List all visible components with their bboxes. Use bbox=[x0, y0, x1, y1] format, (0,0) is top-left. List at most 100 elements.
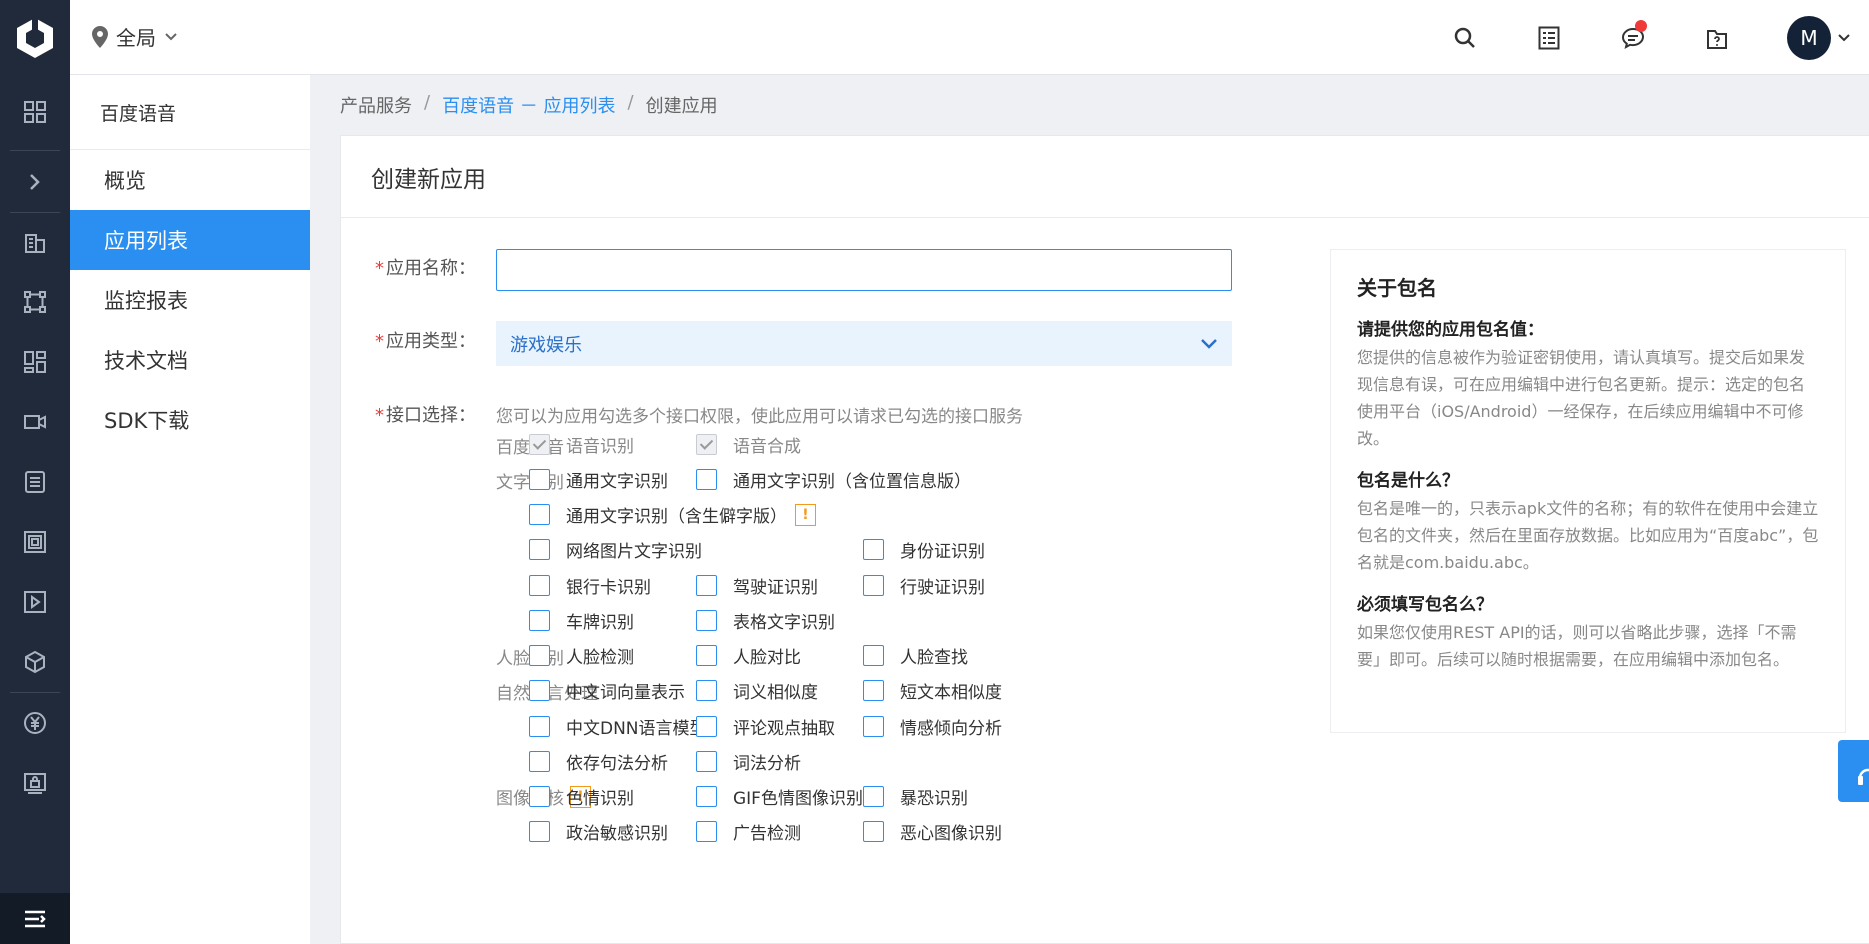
checkbox-label: 人脸对比 bbox=[733, 648, 801, 668]
checkbox-ocr-plate[interactable]: 车牌识别 bbox=[529, 608, 634, 633]
subnav-item-app-list[interactable]: 应用列表 bbox=[70, 210, 310, 270]
info-question: 必须填写包名么？ bbox=[1357, 595, 1493, 615]
logo[interactable] bbox=[0, 0, 70, 75]
rail-media[interactable] bbox=[0, 572, 70, 632]
checkbox-nlp-lexer[interactable]: 词法分析 bbox=[696, 749, 801, 774]
checkbox-box bbox=[696, 786, 717, 807]
chevron-down-icon bbox=[165, 32, 177, 40]
help-button[interactable] bbox=[1675, 0, 1759, 75]
checkbox-nlp-comment-tag[interactable]: 评论观点抽取 bbox=[696, 714, 835, 739]
database-icon bbox=[25, 471, 45, 493]
checkbox-box bbox=[529, 469, 550, 490]
breadcrumb-current: 创建应用 bbox=[645, 96, 718, 117]
checkbox-ocr-web-image[interactable]: 网络图片文字识别 bbox=[529, 537, 702, 562]
checkbox-ocr-vehicle-license[interactable]: 行驶证识别 bbox=[863, 573, 985, 598]
floating-support-button[interactable] bbox=[1838, 740, 1869, 802]
search-button[interactable] bbox=[1423, 0, 1507, 75]
checkbox-ocr-bankcard[interactable]: 银行卡识别 bbox=[529, 573, 651, 598]
required-mark: * bbox=[375, 405, 384, 426]
top-bar: 全局 M bbox=[0, 0, 1869, 75]
video-icon bbox=[24, 415, 46, 429]
warning-icon[interactable]: ! bbox=[795, 503, 816, 526]
rail-database[interactable] bbox=[0, 452, 70, 512]
checkbox-nlp-word-vector[interactable]: 中文词向量表示 bbox=[529, 678, 685, 703]
checkbox-label: 银行卡识别 bbox=[566, 578, 651, 598]
checkbox-ocr-general-rare[interactable]: 通用文字识别（含生僻字版）! bbox=[529, 502, 816, 527]
checkbox-label: 身份证识别 bbox=[900, 542, 985, 562]
lock-icon bbox=[24, 773, 46, 794]
checkbox-label: 语音识别 bbox=[566, 437, 634, 457]
headset-icon bbox=[1858, 768, 1869, 785]
orders-button[interactable] bbox=[1507, 0, 1591, 75]
checkbox-ocr-idcard[interactable]: 身份证识别 bbox=[863, 537, 985, 562]
checkbox-face-detect[interactable]: 人脸检测 bbox=[529, 643, 634, 668]
region-selector[interactable]: 全局 bbox=[92, 22, 178, 51]
checkbox-ocr-driver-license[interactable]: 驾驶证识别 bbox=[696, 573, 818, 598]
info-answer: 如果您仅使用REST API的话，则可以省略此步骤，选择「不需要」即可。后续可以… bbox=[1357, 623, 1797, 669]
checkbox-img-gif-porn[interactable]: GIF色情图像识别 bbox=[696, 784, 863, 809]
notification-dot bbox=[1635, 20, 1647, 32]
yuan-icon bbox=[24, 712, 46, 734]
checkbox-box bbox=[696, 716, 717, 737]
checkbox-asr[interactable]: 语音识别 bbox=[529, 432, 634, 457]
rail-video[interactable] bbox=[0, 392, 70, 452]
checkbox-label: GIF色情图像识别 bbox=[733, 789, 863, 809]
checkbox-face-search[interactable]: 人脸查找 bbox=[863, 643, 968, 668]
rail-compute[interactable] bbox=[0, 212, 70, 272]
checkbox-nlp-dep-parser[interactable]: 依存句法分析 bbox=[529, 749, 668, 774]
info-question: 包名是什么？ bbox=[1357, 471, 1459, 491]
app-type-label: * 应用类型： bbox=[375, 327, 476, 353]
info-title: 关于包名 bbox=[1357, 276, 1437, 300]
checkbox-nlp-word-similarity[interactable]: 词义相似度 bbox=[696, 678, 818, 703]
rail-expand[interactable] bbox=[0, 152, 70, 212]
subnav-item-sdk[interactable]: SDK下载 bbox=[70, 390, 310, 450]
subnav-item-docs[interactable]: 技术文档 bbox=[70, 330, 310, 390]
checkbox-box bbox=[529, 751, 550, 772]
checkbox-label: 语音合成 bbox=[733, 437, 801, 457]
building-icon bbox=[25, 234, 45, 253]
checkbox-label: 评论观点抽取 bbox=[733, 719, 835, 739]
checkbox-img-disgust[interactable]: 恶心图像识别 bbox=[863, 819, 1002, 844]
checkbox-ocr-general-location[interactable]: 通用文字识别（含位置信息版） bbox=[696, 467, 971, 492]
rail-all-products[interactable] bbox=[0, 82, 70, 142]
breadcrumb-separator: / bbox=[627, 92, 634, 113]
checkbox-nlp-sentiment[interactable]: 情感倾向分析 bbox=[863, 714, 1002, 739]
checkbox-img-porn[interactable]: 色情识别 bbox=[529, 784, 634, 809]
checkbox-img-politics[interactable]: 政治敏感识别 bbox=[529, 819, 668, 844]
checkbox-box bbox=[863, 716, 884, 737]
app-name-label: * 应用名称： bbox=[375, 254, 476, 280]
secondary-nav: 百度语音 概览 应用列表 监控报表 技术文档 SDK下载 bbox=[70, 75, 310, 944]
rail-menu-toggle[interactable] bbox=[0, 893, 70, 944]
checkbox-ocr-general[interactable]: 通用文字识别 bbox=[529, 467, 668, 492]
page-title: 创建新应用 bbox=[341, 136, 1869, 218]
api-select-label-text: 接口选择： bbox=[386, 405, 476, 426]
checkbox-tts[interactable]: 语音合成 bbox=[696, 432, 801, 457]
breadcrumb: 产品服务 / 百度语音 － 应用列表 / 创建应用 bbox=[340, 92, 718, 118]
subnav-item-monitoring[interactable]: 监控报表 bbox=[70, 270, 310, 330]
app-name-input[interactable] bbox=[496, 249, 1232, 291]
info-answer: 您提供的信息被作为验证密钥使用，请认真填写。提交后如果发现信息有误，可在应用编辑… bbox=[1357, 348, 1806, 448]
dashboard-icon bbox=[24, 351, 46, 373]
rail-security[interactable] bbox=[0, 753, 70, 813]
rail-dashboard[interactable] bbox=[0, 332, 70, 392]
checkbox-label: 人脸查找 bbox=[900, 648, 968, 668]
api-select-label: * 接口选择： bbox=[375, 401, 476, 427]
checkbox-label: 中文词向量表示 bbox=[566, 683, 685, 703]
checkbox-nlp-text-similarity[interactable]: 短文本相似度 bbox=[863, 678, 1002, 703]
messages-button[interactable] bbox=[1591, 0, 1675, 75]
checkbox-ocr-table[interactable]: 表格文字识别 bbox=[696, 608, 835, 633]
breadcrumb-app-list-link[interactable]: 百度语音 － 应用列表 bbox=[442, 92, 615, 118]
subnav-item-overview[interactable]: 概览 bbox=[70, 150, 310, 210]
rail-billing[interactable] bbox=[0, 693, 70, 753]
checkbox-face-match[interactable]: 人脸对比 bbox=[696, 643, 801, 668]
rail-network[interactable] bbox=[0, 272, 70, 332]
user-menu[interactable]: M bbox=[1759, 0, 1869, 75]
rail-storage[interactable] bbox=[0, 512, 70, 572]
rail-cube[interactable] bbox=[0, 632, 70, 692]
app-type-select[interactable]: 游戏娱乐 bbox=[496, 321, 1232, 366]
checkbox-img-ad[interactable]: 广告检测 bbox=[696, 819, 801, 844]
checkbox-img-terror[interactable]: 暴恐识别 bbox=[863, 784, 968, 809]
checkbox-nlp-dnn-lm[interactable]: 中文DNN语言模型 bbox=[529, 714, 707, 739]
layers-icon bbox=[24, 531, 46, 553]
chevron-right-icon bbox=[30, 174, 40, 190]
